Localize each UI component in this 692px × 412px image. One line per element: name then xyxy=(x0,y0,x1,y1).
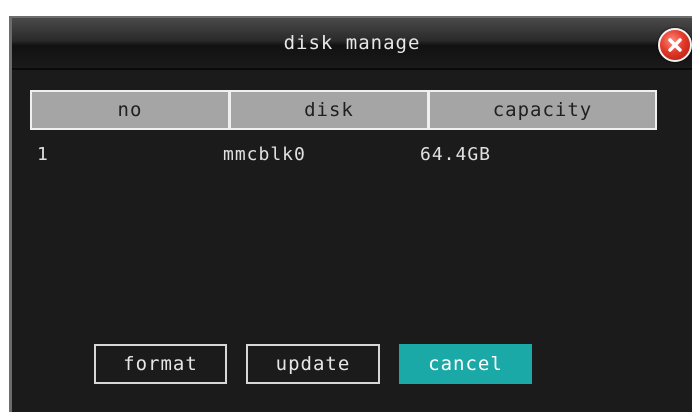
cell-no: 1 xyxy=(37,144,49,165)
column-header-capacity[interactable]: capacity xyxy=(430,92,655,128)
close-icon xyxy=(668,38,682,52)
close-button[interactable] xyxy=(658,28,692,62)
column-header-no[interactable]: no xyxy=(32,92,228,128)
format-button[interactable]: format xyxy=(94,344,227,384)
disk-manage-dialog: disk manage no disk capacity 1 mmcblk0 6… xyxy=(9,16,692,412)
title-bar: disk manage xyxy=(12,18,692,70)
cancel-button[interactable]: cancel xyxy=(399,344,532,384)
cell-capacity: 64.4GB xyxy=(420,144,492,165)
table-header: no disk capacity xyxy=(30,90,657,130)
table-row[interactable]: 1 mmcblk0 64.4GB xyxy=(30,144,657,170)
column-header-disk[interactable]: disk xyxy=(231,92,427,128)
update-button[interactable]: update xyxy=(246,344,380,384)
dialog-title: disk manage xyxy=(283,32,421,54)
cell-disk: mmcblk0 xyxy=(223,144,306,165)
